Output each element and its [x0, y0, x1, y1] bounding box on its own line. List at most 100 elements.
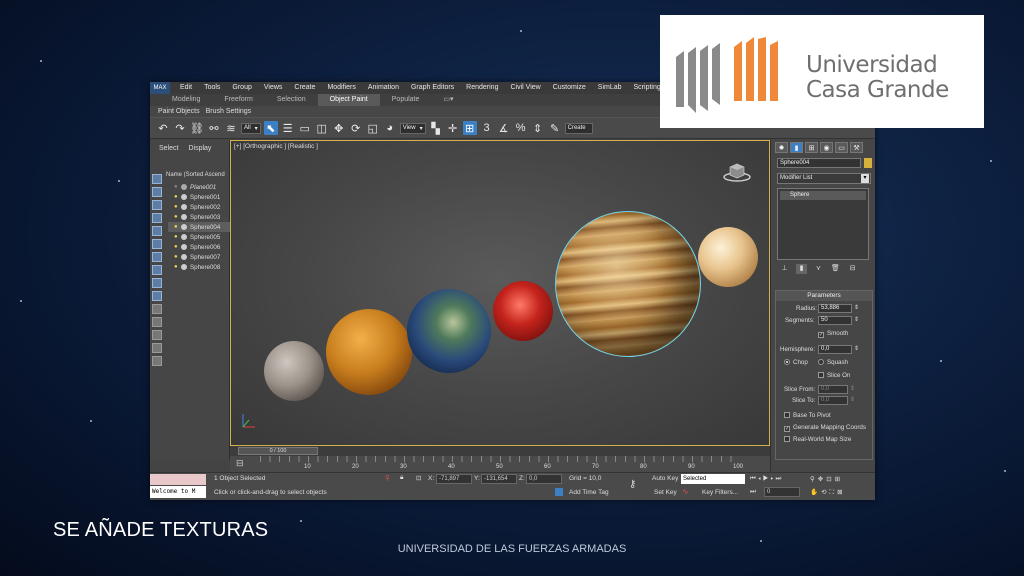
set-key-filter-icon[interactable]: ∿	[682, 487, 689, 496]
tab-object-paint[interactable]: Object Paint	[317, 94, 380, 106]
checkbox-unchecked[interactable]	[784, 412, 790, 418]
reference-coord-dropdown[interactable]: View ▾	[399, 122, 426, 134]
object-color-swatch[interactable]	[864, 158, 872, 168]
current-frame-field[interactable]: 0	[764, 487, 800, 497]
y-coordinate-field[interactable]: -131,654	[481, 474, 517, 484]
jupiter-sphere-selected[interactable]	[555, 211, 701, 357]
unlink-icon[interactable]: ⚯	[207, 121, 221, 135]
place-icon[interactable]: ◕	[383, 121, 397, 135]
filter-all-icon[interactable]	[152, 291, 162, 301]
lock-selection-icon[interactable]: 🔒︎	[400, 474, 403, 482]
slice-on-checkbox[interactable]: Slice On	[818, 372, 850, 379]
key-icon[interactable]: ⚷	[629, 479, 636, 490]
menu-edit[interactable]: Edit	[174, 82, 198, 94]
moon-sphere[interactable]	[264, 341, 324, 401]
key-filters-button[interactable]: Key Filters...	[702, 489, 738, 496]
spinner-arrows-icon[interactable]: ⇕	[850, 385, 855, 392]
radio-selected[interactable]	[784, 359, 790, 365]
rect-selection-icon[interactable]: ▭	[298, 121, 312, 135]
configure-sets-icon[interactable]: ⊟	[847, 264, 858, 274]
list-item[interactable]: ● Sphere002	[168, 202, 230, 212]
show-end-result-icon[interactable]: ▮	[796, 264, 807, 274]
auto-key-button[interactable]: Auto Key	[652, 475, 678, 482]
checkbox-unchecked[interactable]	[818, 372, 824, 378]
checkbox-checked[interactable]: ✓	[818, 332, 824, 338]
remove-modifier-icon[interactable]: 🗑︎	[830, 264, 841, 274]
maxscript-listener-input[interactable]	[150, 474, 206, 485]
list-item[interactable]: ● Sphere007	[168, 252, 230, 262]
spinner-arrows-icon[interactable]: ⇕	[854, 316, 859, 323]
list-item[interactable]: ● Plane001	[168, 182, 230, 192]
menu-customize[interactable]: Customize	[547, 82, 592, 94]
time-slider[interactable]: 0 / 100	[238, 447, 318, 455]
rotate-icon[interactable]: ⟳	[349, 121, 363, 135]
ribbon-options-icon[interactable]: ▭▾	[431, 94, 465, 106]
pin-stack-icon[interactable]: ⊥	[779, 264, 790, 274]
zoom-pan-icons[interactable]: ⚲✥⊡⊞	[810, 475, 843, 483]
bulb-icon[interactable]: ●	[174, 264, 179, 270]
orbit-fov-icons[interactable]: ✋⟲⛶⊠	[810, 488, 846, 497]
squash-radio[interactable]: Squash	[818, 359, 848, 366]
select-by-name-icon[interactable]: ☰	[281, 121, 295, 135]
real-world-map-checkbox[interactable]: Real-World Map Size	[784, 436, 851, 443]
viewcube-icon[interactable]	[723, 161, 751, 183]
z-coordinate-field[interactable]: 0,0	[526, 474, 562, 484]
venus-sphere[interactable]	[326, 309, 412, 395]
isolate-icon[interactable]: ⚲	[385, 474, 390, 482]
filter-none-icon[interactable]	[152, 304, 162, 314]
bind-space-warp-icon[interactable]: ≋	[224, 121, 238, 135]
tab-selection[interactable]: Selection	[265, 94, 318, 106]
menu-group[interactable]: Group	[226, 82, 257, 94]
filter-xrefs-icon[interactable]	[152, 265, 162, 275]
menu-animation[interactable]: Animation	[362, 82, 405, 94]
bulb-icon[interactable]: ●	[174, 254, 179, 260]
motion-tab-icon[interactable]: ◉	[820, 142, 833, 153]
tab-freeform[interactable]: Freeform	[212, 94, 264, 106]
bulb-icon[interactable]: ●	[174, 204, 179, 210]
list-item-selected[interactable]: ● Sphere004	[168, 222, 230, 232]
tab-populate[interactable]: Populate	[380, 94, 432, 106]
filter-shapes-icon[interactable]	[152, 187, 162, 197]
checkbox-unchecked[interactable]	[784, 436, 790, 442]
modifier-list-dropdown[interactable]: Modifier List ▾	[777, 173, 871, 184]
radius-field[interactable]: 53,886	[818, 304, 852, 313]
menu-views[interactable]: Views	[258, 82, 289, 94]
funnel-icon[interactable]	[152, 343, 162, 353]
paint-objects-label[interactable]: Paint Objects	[158, 108, 200, 115]
viewport-label[interactable]: [+] [Orthographic ] [Realistic ]	[234, 143, 318, 150]
absolute-mode-icon[interactable]: ⊡	[416, 474, 421, 482]
move-icon[interactable]: ✥	[332, 121, 346, 135]
tab-modeling[interactable]: Modeling	[160, 94, 212, 106]
list-item[interactable]: ● Sphere005	[168, 232, 230, 242]
menu-tools[interactable]: Tools	[198, 82, 226, 94]
redo-icon[interactable]: ↷	[173, 121, 187, 135]
menu-civil-view[interactable]: Civil View	[504, 82, 546, 94]
bulb-icon[interactable]: ●	[174, 194, 179, 200]
checkbox-checked[interactable]: ✓	[784, 426, 790, 432]
selection-filter-dropdown[interactable]: All ▾	[241, 122, 261, 134]
generate-mapping-checkbox[interactable]: ✓ Generate Mapping Coords	[784, 424, 866, 432]
spinner-arrows-icon[interactable]: ⇕	[854, 304, 859, 311]
chop-radio[interactable]: Chop	[784, 359, 808, 366]
explorer-column-header[interactable]: Name (Sorted Ascend	[166, 172, 225, 178]
percent-snap-icon[interactable]: %	[514, 121, 528, 135]
x-coordinate-field[interactable]: -71,897	[436, 474, 472, 484]
edit-named-selection-icon[interactable]: ✎	[548, 121, 562, 135]
link-icon[interactable]: ⛓	[190, 121, 204, 135]
add-time-tag-button[interactable]: Add Time Tag	[569, 489, 609, 496]
filter-invert-icon[interactable]	[152, 317, 162, 327]
maxscript-listener-output[interactable]: Welcome to M	[150, 486, 206, 498]
perspective-viewport[interactable]: [+] [Orthographic ] [Realistic ]	[230, 140, 770, 446]
key-mode-dropdown[interactable]: Selected	[681, 474, 745, 484]
rollout-title[interactable]: Parameters	[776, 291, 872, 301]
menu-simlab[interactable]: SimLab	[592, 82, 628, 94]
time-tag-icon[interactable]	[555, 488, 563, 496]
utilities-tab-icon[interactable]: ⚒	[850, 142, 863, 153]
playback-controls-icon[interactable]: ⏮◂▶▸⏭	[750, 475, 783, 483]
trackbar-toggle-icon[interactable]: ⊟	[236, 458, 244, 469]
pivot-center-icon[interactable]: ▚	[429, 121, 443, 135]
filter-helpers-icon[interactable]	[152, 226, 162, 236]
list-item[interactable]: ● Sphere003	[168, 212, 230, 222]
named-selection-input[interactable]: Create	[564, 122, 593, 134]
filter-geometry-icon[interactable]	[152, 174, 162, 184]
